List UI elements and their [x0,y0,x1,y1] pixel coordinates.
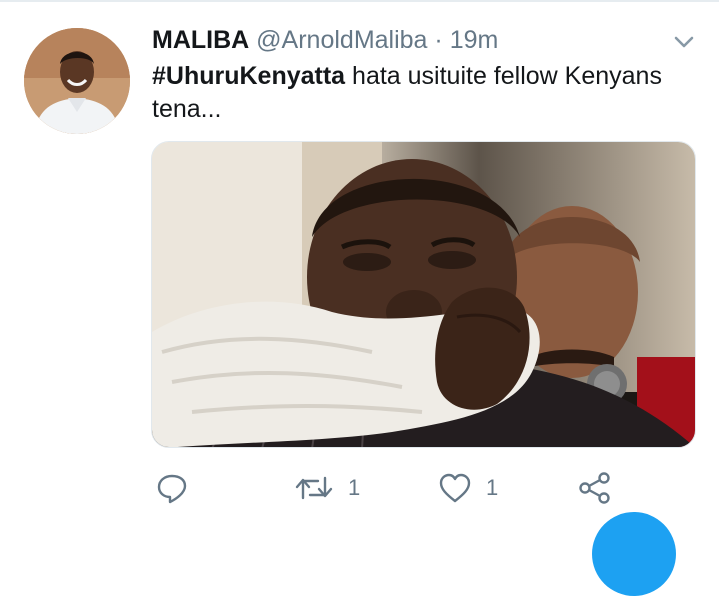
top-divider [0,0,719,2]
like-button[interactable]: 1 [438,468,498,508]
header-separator: · [434,26,443,54]
share-icon [579,472,610,504]
avatar-image [24,28,130,134]
tweet-header: MALIBA @ArnoldMaliba · 19m [152,24,498,56]
author-handle[interactable]: @ArnoldMaliba [256,26,427,54]
chevron-down-icon [674,36,694,48]
retweet-icon [295,476,333,500]
photo-illustration [152,142,695,447]
retweet-count: 1 [348,475,361,500]
reply-button[interactable] [156,468,202,508]
author-name[interactable]: MALIBA [152,26,249,54]
avatar[interactable] [24,28,130,134]
tweet-time[interactable]: 19m [450,26,499,54]
tweet-actions-bar: 1 1 [0,468,719,508]
tweet-text: #UhuruKenyatta hata usituite fellow Keny… [152,60,712,126]
heart-icon [439,473,471,503]
compose-tweet-button[interactable] [592,512,676,596]
retweet-button[interactable]: 1 [294,468,360,508]
tweet-media-image[interactable] [151,141,696,448]
hashtag-link[interactable]: #UhuruKenyatta [152,62,345,90]
share-button[interactable] [578,468,626,508]
like-count: 1 [486,475,499,500]
more-options-button[interactable] [672,32,696,52]
reply-icon [157,474,187,504]
